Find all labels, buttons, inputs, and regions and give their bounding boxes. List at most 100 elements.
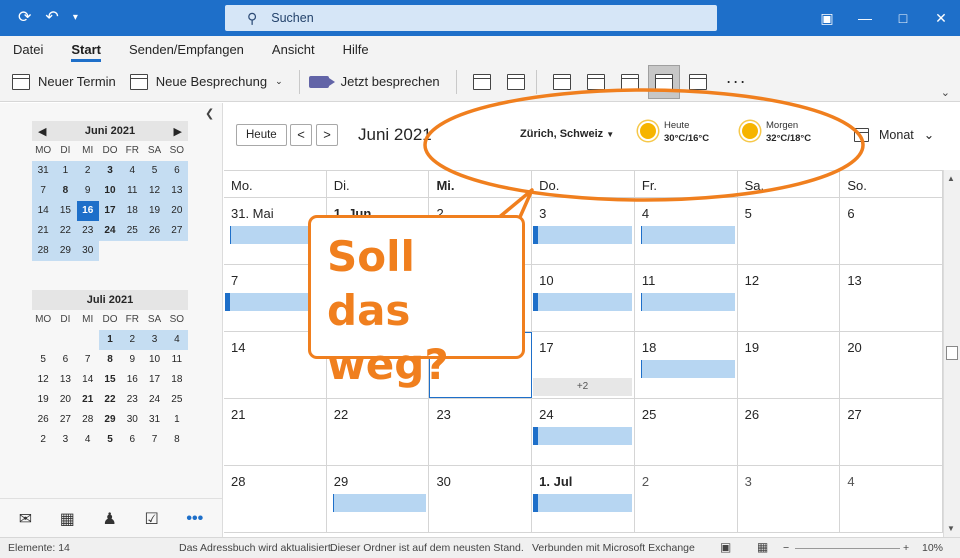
- minical-day[interactable]: 6: [165, 161, 188, 181]
- minical-day[interactable]: 3: [54, 430, 77, 450]
- minical-day[interactable]: 18: [165, 370, 188, 390]
- minical-day[interactable]: 19: [143, 201, 166, 221]
- day-cell[interactable]: 29: [327, 466, 430, 532]
- tasks-icon[interactable]: ☑: [144, 509, 158, 529]
- location-selector[interactable]: Zürich, Schweiz ▼: [520, 128, 614, 140]
- minical-day[interactable]: 12: [32, 370, 55, 390]
- vertical-scrollbar[interactable]: ▲ ▼: [943, 170, 960, 537]
- prev-month-button[interactable]: <: [290, 124, 312, 146]
- minical-day[interactable]: 19: [32, 390, 55, 410]
- close-button[interactable]: ✕: [922, 10, 960, 27]
- zoom-in-icon[interactable]: +: [903, 542, 909, 554]
- minical-day[interactable]: 22: [54, 221, 77, 241]
- day-cell[interactable]: 20: [840, 332, 944, 398]
- more-items-badge[interactable]: +2: [533, 378, 632, 396]
- minical-day[interactable]: 20: [54, 390, 77, 410]
- minical-day[interactable]: 30: [76, 241, 99, 261]
- ribbon-collapse-chevron-icon[interactable]: ⌄: [941, 86, 950, 99]
- day-cell[interactable]: 3: [738, 466, 841, 532]
- minical-day[interactable]: 6: [54, 350, 77, 370]
- maximize-button[interactable]: □: [884, 10, 922, 26]
- minical-day[interactable]: 10: [143, 350, 166, 370]
- minical-day[interactable]: 31: [143, 410, 166, 430]
- minical-day[interactable]: 4: [165, 330, 188, 350]
- day-cell[interactable]: 23: [429, 399, 533, 465]
- menu-hilfe[interactable]: Hilfe: [343, 42, 382, 62]
- minical-day[interactable]: 3: [98, 161, 122, 181]
- day-cell[interactable]: 6: [840, 198, 944, 264]
- month-view-button[interactable]: [647, 64, 680, 99]
- minical-day[interactable]: 3: [143, 330, 166, 350]
- minical-day[interactable]: 17: [143, 370, 166, 390]
- mail-icon[interactable]: ✉: [19, 509, 32, 529]
- day-cell[interactable]: 30: [429, 466, 533, 532]
- today-button[interactable]: Heute: [236, 124, 287, 146]
- minical-day[interactable]: 25: [121, 221, 144, 241]
- new-meeting-button[interactable]: Neue Besprechung ⌄: [129, 73, 283, 90]
- minical-day[interactable]: 9: [76, 181, 99, 201]
- menu-senden-empfangen[interactable]: Senden/Empfangen: [129, 42, 257, 62]
- day-view-button[interactable]: [546, 65, 578, 99]
- meet-now-button[interactable]: Jetzt besprechen: [308, 74, 440, 89]
- day-cell[interactable]: 10: [532, 265, 635, 331]
- menu-ansicht[interactable]: Ansicht: [272, 42, 328, 62]
- minical-next-icon[interactable]: ▶: [174, 125, 182, 138]
- day-cell[interactable]: 2: [635, 466, 738, 532]
- minical-day[interactable]: 10: [98, 181, 122, 201]
- week-view-button[interactable]: [614, 65, 646, 99]
- minical-day[interactable]: 13: [54, 370, 77, 390]
- minical-day[interactable]: 16: [121, 370, 144, 390]
- minical-day[interactable]: 9: [121, 350, 144, 370]
- minical-day[interactable]: 1: [98, 330, 122, 350]
- day-cell[interactable]: 4: [840, 466, 944, 532]
- minical-day[interactable]: 7: [76, 350, 99, 370]
- minical-day[interactable]: 22: [98, 390, 122, 410]
- minical-day[interactable]: 11: [165, 350, 188, 370]
- zoom-out-icon[interactable]: −: [783, 542, 789, 554]
- day-cell[interactable]: 21: [224, 399, 327, 465]
- appointment[interactable]: [533, 494, 632, 512]
- minical-day[interactable]: 27: [54, 410, 77, 430]
- appointment[interactable]: [533, 427, 632, 445]
- more-options-button[interactable]: ···: [726, 71, 747, 92]
- minical-day[interactable]: 2: [32, 430, 55, 450]
- scroll-down-icon[interactable]: ▼: [947, 524, 955, 533]
- minical-day[interactable]: 8: [54, 181, 77, 201]
- new-appointment-button[interactable]: Neuer Termin: [12, 73, 116, 90]
- minical-day[interactable]: 21: [76, 390, 99, 410]
- day-cell[interactable]: 27: [840, 399, 944, 465]
- minical-day[interactable]: 28: [32, 241, 55, 261]
- schedule-view-button[interactable]: [682, 65, 714, 99]
- scroll-thumb[interactable]: [946, 346, 958, 360]
- presentation-mode-icon[interactable]: ▣: [808, 10, 846, 27]
- minical-day[interactable]: 29: [98, 410, 122, 430]
- minical-day[interactable]: 16: [76, 201, 99, 221]
- minical-day[interactable]: 8: [98, 350, 122, 370]
- day-cell[interactable]: 22: [327, 399, 430, 465]
- day-cell[interactable]: 25: [635, 399, 738, 465]
- zoom-slider[interactable]: [795, 548, 900, 549]
- minical-day[interactable]: 4: [76, 430, 99, 450]
- minical-day[interactable]: 5: [98, 430, 122, 450]
- day-cell[interactable]: 5: [738, 198, 841, 264]
- people-icon[interactable]: ♟: [103, 509, 117, 529]
- weather-tomorrow[interactable]: Morgen 32°C/18°C: [742, 120, 811, 144]
- calendar-nav-icon[interactable]: ▦: [60, 509, 75, 529]
- day-cell[interactable]: 17 +2: [532, 332, 635, 398]
- minical-day[interactable]: 12: [143, 181, 166, 201]
- day-cell[interactable]: 28: [224, 466, 327, 532]
- appointment[interactable]: [327, 494, 427, 512]
- day-cell[interactable]: 19: [738, 332, 841, 398]
- minical-day[interactable]: 5: [143, 161, 166, 181]
- minical-day[interactable]: 24: [143, 390, 166, 410]
- work-week-view-button[interactable]: [580, 65, 612, 99]
- appointment[interactable]: [635, 360, 735, 378]
- minical-day[interactable]: 24: [98, 221, 122, 241]
- minical-day[interactable]: 4: [121, 161, 144, 181]
- minical-day[interactable]: 23: [121, 390, 144, 410]
- weather-today[interactable]: Heute 30°C/16°C: [640, 120, 709, 144]
- minical-day[interactable]: 1: [54, 161, 77, 181]
- menu-start[interactable]: Start: [71, 42, 101, 62]
- minical-day[interactable]: 14: [32, 201, 55, 221]
- minimize-button[interactable]: —: [846, 10, 884, 26]
